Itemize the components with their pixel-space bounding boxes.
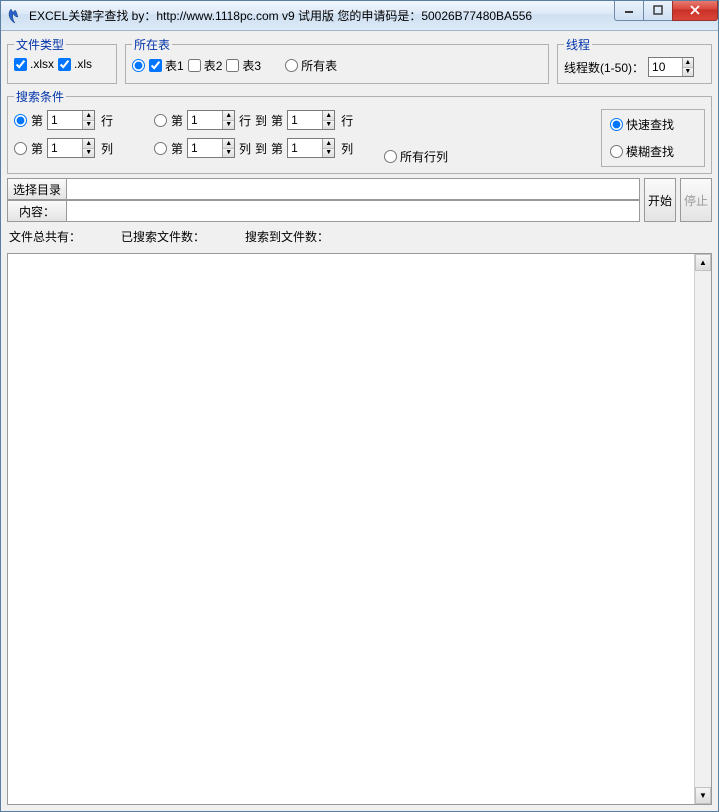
window-buttons bbox=[615, 1, 718, 21]
di-label: 第 bbox=[271, 112, 283, 129]
checkbox-xls[interactable]: .xls bbox=[58, 57, 92, 71]
status-found: 搜索到文件数： bbox=[245, 228, 329, 245]
spin-down-icon[interactable]: ▼ bbox=[323, 121, 334, 130]
search-group: 搜索条件 第 ▲▼ 行 第 bbox=[7, 88, 712, 174]
col-suffix: 列 bbox=[101, 140, 113, 157]
dao-label: 到 bbox=[255, 112, 267, 129]
filetype-group: 文件类型 .xlsx .xls bbox=[7, 36, 117, 84]
di-label: 第 bbox=[31, 112, 43, 129]
radio-row-range[interactable] bbox=[154, 114, 167, 127]
maximize-button[interactable] bbox=[643, 1, 673, 21]
spin-up-icon[interactable]: ▲ bbox=[683, 58, 693, 68]
client-area: 文件类型 .xlsx .xls 所在表 bbox=[1, 31, 718, 811]
choose-dir-button[interactable]: 选择目录 bbox=[7, 178, 67, 200]
minimize-button[interactable] bbox=[614, 1, 644, 21]
di-label: 第 bbox=[171, 140, 183, 157]
filetype-legend: 文件类型 bbox=[14, 36, 66, 53]
close-button[interactable] bbox=[672, 1, 718, 21]
row-range-to-spinner[interactable]: ▲▼ bbox=[287, 110, 335, 130]
col-suffix: 列 bbox=[239, 140, 251, 157]
status-searched: 已搜索文件数： bbox=[121, 228, 205, 245]
sheet-all-label: 所有表 bbox=[301, 57, 337, 74]
col-range-to-spinner[interactable]: ▲▼ bbox=[287, 138, 335, 158]
status-total: 文件总共有： bbox=[9, 228, 81, 245]
radio-sheet-all[interactable]: 所有表 bbox=[285, 57, 337, 74]
row-suffix: 行 bbox=[239, 112, 251, 129]
di-label: 第 bbox=[31, 140, 43, 157]
col-single-spinner[interactable]: ▲▼ bbox=[47, 138, 95, 158]
app-window: EXCEL关键字查找 by：http://www.1118pc.com v9 试… bbox=[0, 0, 719, 812]
scroll-down-icon[interactable]: ▼ bbox=[695, 787, 711, 804]
status-row: 文件总共有： 已搜索文件数： 搜索到文件数： bbox=[7, 226, 712, 247]
spin-up-icon[interactable]: ▲ bbox=[323, 139, 334, 149]
stop-button[interactable]: 停止 bbox=[680, 178, 712, 222]
search-legend: 搜索条件 bbox=[14, 88, 66, 105]
spin-down-icon[interactable]: ▼ bbox=[683, 68, 693, 77]
spin-down-icon[interactable]: ▼ bbox=[83, 121, 94, 130]
col-range-from-spinner[interactable]: ▲▼ bbox=[187, 138, 235, 158]
checkbox-xlsx[interactable]: .xlsx bbox=[14, 57, 54, 71]
sheet1-label: 表1 bbox=[165, 57, 184, 74]
titlebar: EXCEL关键字查找 by：http://www.1118pc.com v9 试… bbox=[1, 1, 718, 31]
spin-down-icon[interactable]: ▼ bbox=[223, 121, 234, 130]
row-suffix: 行 bbox=[341, 112, 353, 129]
sheet-legend: 所在表 bbox=[132, 36, 172, 53]
spin-up-icon[interactable]: ▲ bbox=[323, 111, 334, 121]
fast-label: 快速查找 bbox=[626, 116, 674, 133]
radio-all-rowcol[interactable]: 所有行列 bbox=[384, 148, 448, 165]
row-range-from-spinner[interactable]: ▲▼ bbox=[187, 110, 235, 130]
thread-legend: 线程 bbox=[564, 36, 592, 53]
thread-label: 线程数(1-50)： bbox=[564, 59, 644, 76]
fuzzy-label: 模糊查找 bbox=[626, 143, 674, 160]
spin-down-icon[interactable]: ▼ bbox=[223, 149, 234, 158]
sheet3-label: 表3 bbox=[242, 57, 261, 74]
content-label: 内容： bbox=[7, 200, 67, 222]
checkbox-xls-label: .xls bbox=[74, 57, 92, 71]
radio-col-single[interactable] bbox=[14, 142, 27, 155]
col-suffix: 列 bbox=[341, 140, 353, 157]
spin-up-icon[interactable]: ▲ bbox=[83, 139, 94, 149]
checkbox-sheet1[interactable]: 表1 bbox=[149, 57, 184, 74]
thread-group: 线程 线程数(1-50)： ▲ ▼ bbox=[557, 36, 712, 84]
scrollbar[interactable]: ▲ ▼ bbox=[694, 254, 711, 804]
dao-label: 到 bbox=[255, 140, 267, 157]
thread-input[interactable] bbox=[649, 58, 682, 76]
window-title: EXCEL关键字查找 by：http://www.1118pc.com v9 试… bbox=[29, 7, 615, 24]
spin-up-icon[interactable]: ▲ bbox=[223, 139, 234, 149]
all-rowcol-label: 所有行列 bbox=[400, 148, 448, 165]
spin-down-icon[interactable]: ▼ bbox=[83, 149, 94, 158]
row-suffix: 行 bbox=[101, 112, 113, 129]
app-icon bbox=[7, 8, 23, 24]
results-list[interactable]: ▲ ▼ bbox=[7, 253, 712, 805]
spin-up-icon[interactable]: ▲ bbox=[83, 111, 94, 121]
sheet2-label: 表2 bbox=[204, 57, 223, 74]
spin-up-icon[interactable]: ▲ bbox=[223, 111, 234, 121]
radio-row-single[interactable] bbox=[14, 114, 27, 127]
thread-spinner[interactable]: ▲ ▼ bbox=[648, 57, 694, 77]
checkbox-xlsx-label: .xlsx bbox=[30, 57, 54, 71]
scroll-track[interactable] bbox=[695, 271, 711, 787]
row-single-spinner[interactable]: ▲▼ bbox=[47, 110, 95, 130]
radio-sheet-specific[interactable] bbox=[132, 59, 145, 72]
scroll-up-icon[interactable]: ▲ bbox=[695, 254, 711, 271]
sheet-group: 所在表 表1 表2 表3 bbox=[125, 36, 549, 84]
radio-fuzzy-search[interactable]: 模糊查找 bbox=[610, 143, 696, 160]
checkbox-sheet3[interactable]: 表3 bbox=[226, 57, 261, 74]
start-button[interactable]: 开始 bbox=[644, 178, 676, 222]
checkbox-sheet2[interactable]: 表2 bbox=[188, 57, 223, 74]
radio-fast-search[interactable]: 快速查找 bbox=[610, 116, 696, 133]
content-input[interactable] bbox=[67, 200, 640, 222]
search-mode-box: 快速查找 模糊查找 bbox=[601, 109, 705, 167]
di-label: 第 bbox=[271, 140, 283, 157]
di-label: 第 bbox=[171, 112, 183, 129]
spin-down-icon[interactable]: ▼ bbox=[323, 149, 334, 158]
dir-display bbox=[67, 178, 640, 200]
radio-col-range[interactable] bbox=[154, 142, 167, 155]
